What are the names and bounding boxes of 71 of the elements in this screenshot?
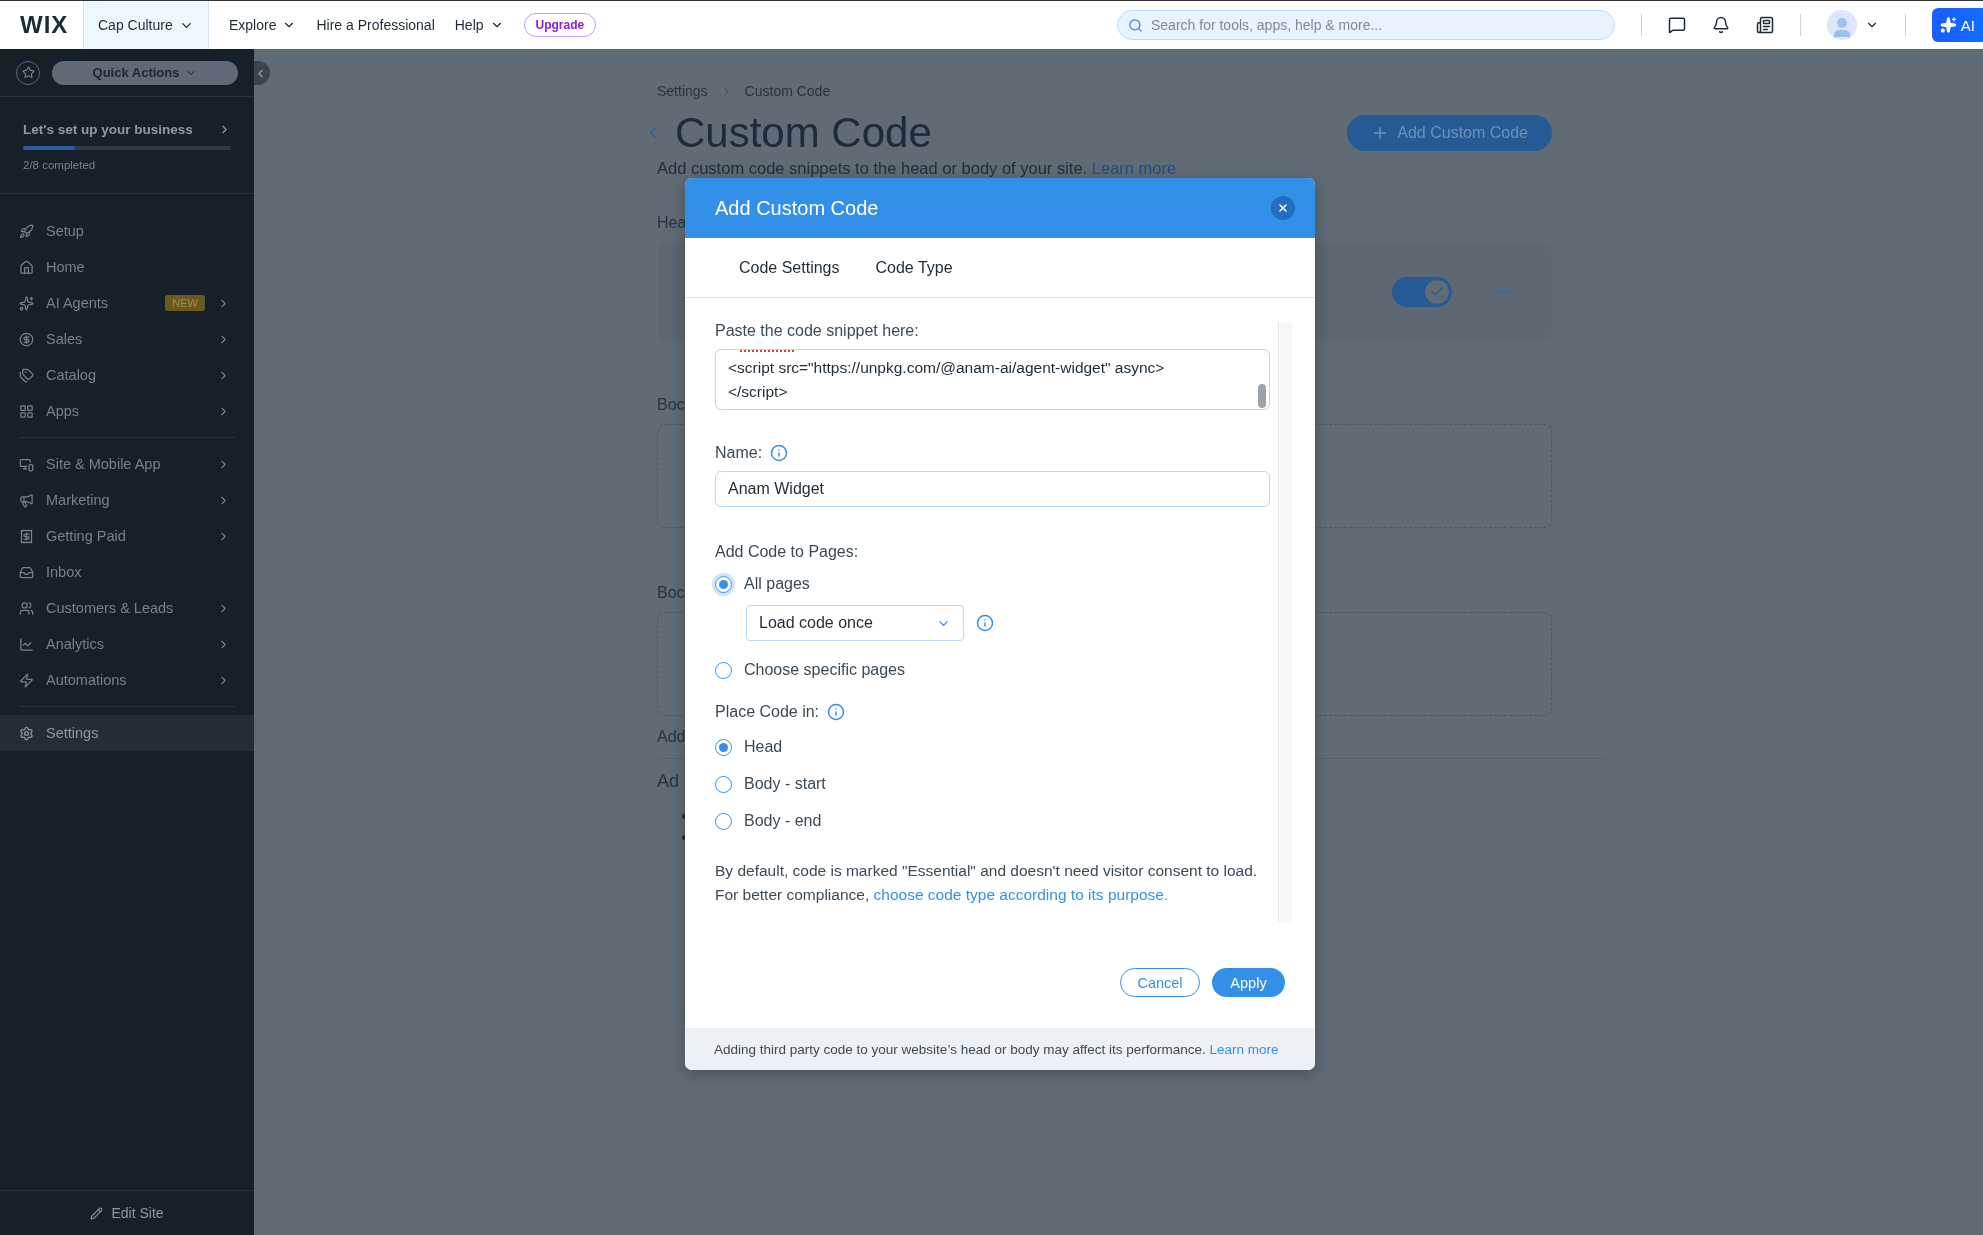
- radio-option[interactable]: Head: [715, 736, 1270, 758]
- section-label: Boc: [657, 584, 685, 602]
- footnote-text: Add: [657, 728, 686, 746]
- sidebar-item-label: Getting Paid: [46, 528, 127, 544]
- sidebar-item[interactable]: Inbox: [0, 554, 254, 590]
- radio-label: Head: [744, 738, 783, 756]
- load-dropdown[interactable]: Load code once: [746, 605, 964, 641]
- section-heading: Ad: [657, 771, 680, 792]
- learn-more-link[interactable]: Learn more: [1209, 1041, 1279, 1057]
- sidebar-item[interactable]: Getting Paid: [0, 518, 254, 554]
- sidebar-item-label: Marketing: [46, 492, 111, 508]
- sidebar-item[interactable]: Home: [0, 249, 254, 285]
- upgrade-button[interactable]: Upgrade: [523, 13, 597, 37]
- tab[interactable]: Code Settings: [739, 258, 840, 277]
- name-input-field[interactable]: Anam Widget: [715, 471, 1270, 507]
- radio-label: Body - start: [744, 775, 826, 793]
- modal-title: Add Custom Code: [715, 196, 879, 220]
- performance-note: Adding third party code to your website’s head or body may affect its performance. Learn more: [714, 1041, 1279, 1057]
- field-label: Place Code in:: [715, 703, 820, 721]
- ai-button[interactable]: AI: [1932, 8, 1983, 42]
- page-subtitle: Add custom code snippets to the head or body of your site. Learn more: [657, 159, 1178, 178]
- radio-label: Body - end: [744, 812, 822, 830]
- search-field[interactable]: Search for tools, apps, help & more...: [1117, 10, 1615, 40]
- field-label: Name:: [715, 444, 763, 462]
- sidebar-item-label: Apps: [46, 403, 81, 419]
- sidebar-item[interactable]: Sales: [0, 321, 254, 357]
- page-title: Custom Code: [675, 109, 932, 157]
- setup-link[interactable]: Let's set up your business: [23, 122, 231, 137]
- sidebar-item-label: Site & Mobile App: [46, 456, 162, 472]
- sidebar-item[interactable]: Marketing: [0, 482, 254, 518]
- sidebar-item-label: Inbox: [46, 564, 83, 580]
- section-label: Boc: [657, 396, 685, 414]
- sidebar-item[interactable]: Settings: [0, 715, 254, 751]
- progress-text: 2/8 completed: [23, 159, 97, 171]
- radio-label: Choose specific pages: [744, 661, 905, 679]
- radio-option[interactable]: All pages: [715, 573, 1270, 595]
- code-input-field[interactable]: <script src="https://unpkg.com/@anam-ai/agent-widget" async> </script>: [715, 349, 1270, 410]
- apply-button[interactable]: Apply: [1212, 968, 1285, 997]
- menu-item[interactable]: Explore: [209, 17, 297, 33]
- site-selector[interactable]: Cap Culture: [83, 1, 209, 49]
- cancel-button[interactable]: Cancel: [1120, 968, 1200, 997]
- sidebar-item[interactable]: Catalog: [0, 357, 254, 393]
- field-label: Add Code to Pages:: [715, 543, 859, 561]
- menu-item[interactable]: Hire a Professional: [296, 17, 435, 33]
- sidebar-item-label: Catalog: [46, 367, 97, 383]
- sidebar-item-label: Setup: [46, 223, 85, 239]
- edit-site-button[interactable]: Edit Site: [84, 1204, 170, 1222]
- sidebar-item[interactable]: Automations: [0, 662, 254, 698]
- menu-item[interactable]: Help: [434, 17, 504, 33]
- sidebar-item[interactable]: Setup: [0, 213, 254, 249]
- sidebar-item[interactable]: Analytics: [0, 626, 254, 662]
- radio-label: All pages: [744, 575, 810, 593]
- sidebar-item-label: Customers & Leads: [46, 600, 175, 616]
- field-label: Paste the code snippet here:: [715, 322, 919, 340]
- logo[interactable]: WIX: [0, 11, 83, 39]
- sidebar-item-label: Automations: [46, 672, 128, 688]
- radio-option[interactable]: Body - end: [715, 810, 1270, 832]
- sidebar-item-label: Home: [46, 259, 86, 275]
- sidebar-item-label: Settings: [46, 725, 100, 741]
- radio-option[interactable]: Body - start: [715, 773, 1270, 795]
- sidebar-item-label: Sales: [46, 331, 84, 347]
- radio-option[interactable]: Choose specific pages: [715, 659, 1270, 681]
- quick-actions-button[interactable]: Quick Actions: [52, 60, 238, 85]
- consent-notice: By default, code is marked "Essential" and doesn't need visitor consent to load. For better compliance, choose code type according to its purpose.: [715, 861, 1259, 905]
- code-type-link[interactable]: choose code type according to its purpose.: [873, 886, 1169, 903]
- sidebar-item[interactable]: Customers & Leads: [0, 590, 254, 626]
- sidebar-item[interactable]: Site & Mobile App: [0, 446, 254, 482]
- sidebar-item[interactable]: Apps: [0, 393, 254, 429]
- sidebar-item-label: Analytics: [46, 636, 106, 652]
- sidebar-item-label: AI Agents: [46, 295, 110, 311]
- tab[interactable]: Code Type: [875, 258, 953, 277]
